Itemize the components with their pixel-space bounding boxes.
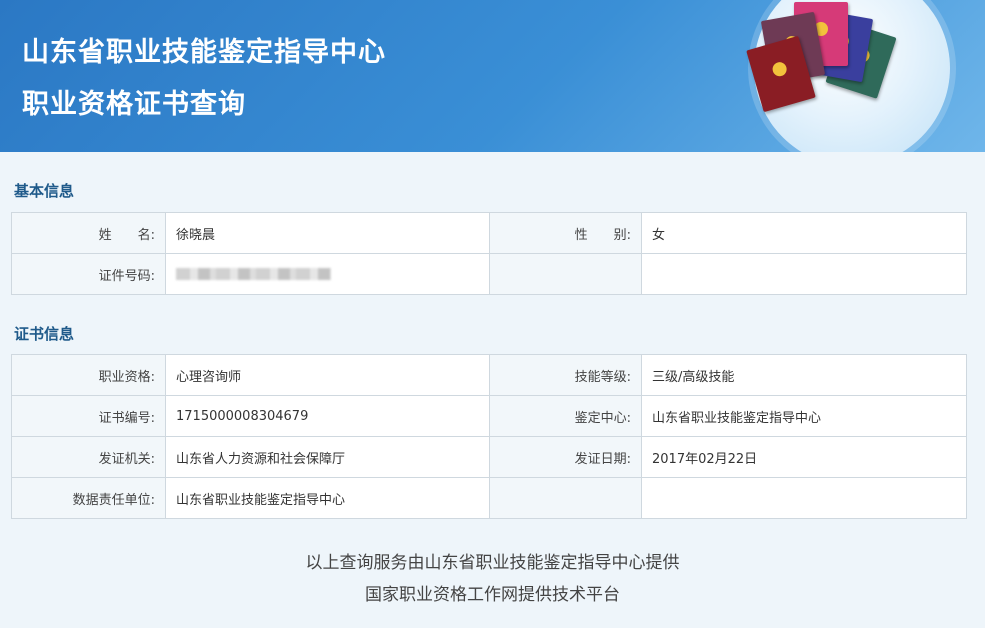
table-row: 证书编号: 1715000008304679 鉴定中心: 山东省职业技能鉴定指导… [11, 395, 967, 437]
certificate-info-title: 证书信息 [14, 325, 75, 343]
qualification-label: 职业资格: [11, 354, 166, 396]
table-row: 数据责任单位: 山东省职业技能鉴定指导中心 [11, 477, 967, 519]
id-number-label: 证件号码: [11, 253, 166, 295]
gender-label: 性 别: [489, 212, 642, 254]
org-title: 山东省职业技能鉴定指导中心 [22, 37, 386, 68]
table-row: 姓 名: 徐晓晨 性 别: 女 [11, 212, 967, 254]
footer-service-provider: 以上查询服务由山东省职业技能鉴定指导中心提供 [305, 553, 680, 573]
appraisal-center-value: 山东省职业技能鉴定指导中心 [641, 395, 967, 437]
skill-level-value: 三级/高级技能 [641, 354, 967, 396]
empty-label-cell [489, 253, 642, 295]
issuing-authority-label: 发证机关: [11, 436, 166, 478]
basic-info-title: 基本信息 [14, 182, 75, 200]
redacted-id-number [176, 268, 331, 280]
name-value: 徐晓晨 [165, 212, 490, 254]
page-title: 职业资格证书查询 [22, 89, 246, 120]
table-row: 职业资格: 心理咨询师 技能等级: 三级/高级技能 [11, 354, 967, 396]
data-responsible-unit-label: 数据责任单位: [11, 477, 166, 519]
certificate-number-label: 证书编号: [11, 395, 166, 437]
name-label: 姓 名: [11, 212, 166, 254]
skill-level-label: 技能等级: [489, 354, 642, 396]
empty-label-cell [489, 477, 642, 519]
data-responsible-unit-value: 山东省职业技能鉴定指导中心 [165, 477, 490, 519]
basic-info-table: 姓 名: 徐晓晨 性 别: 女 证件号码: [11, 212, 967, 295]
issue-date-value: 2017年02月22日 [641, 436, 967, 478]
table-row: 发证机关: 山东省人力资源和社会保障厅 发证日期: 2017年02月22日 [11, 436, 967, 478]
footer-platform: 国家职业资格工作网提供技术平台 [365, 585, 620, 605]
issue-date-label: 发证日期: [489, 436, 642, 478]
page-header: 山东省职业技能鉴定指导中心 职业资格证书查询 [0, 0, 985, 152]
issuing-authority-value: 山东省人力资源和社会保障厅 [165, 436, 490, 478]
certificate-info-table: 职业资格: 心理咨询师 技能等级: 三级/高级技能 证书编号: 17150000… [11, 354, 967, 519]
id-number-value [165, 253, 490, 295]
table-row: 证件号码: [11, 253, 967, 295]
qualification-value: 心理咨询师 [165, 354, 490, 396]
appraisal-center-label: 鉴定中心: [489, 395, 642, 437]
certificate-number-value: 1715000008304679 [165, 395, 490, 437]
gender-value: 女 [641, 212, 967, 254]
empty-value-cell [641, 477, 967, 519]
empty-value-cell [641, 253, 967, 295]
certificate-books-illustration [746, 0, 950, 152]
